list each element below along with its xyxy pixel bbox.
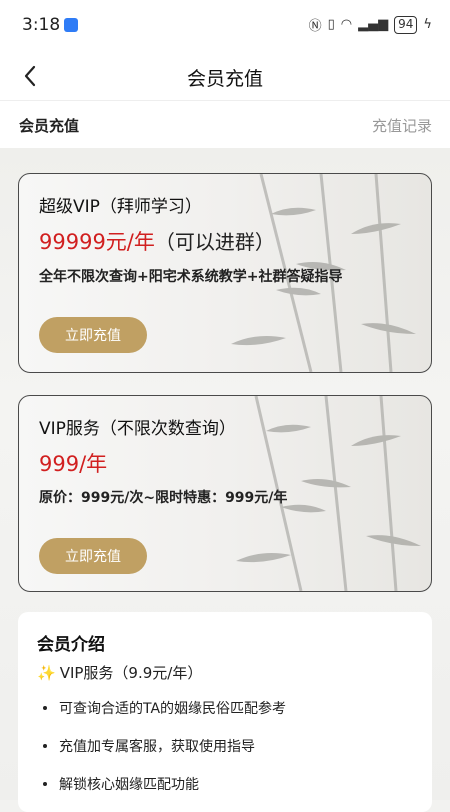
intro-subtitle: ✨ VIP服务（9.9元/年）	[37, 662, 202, 683]
status-indicators: Ⓝ ▯ ◠ ▂▄▆ 94 ϟ	[309, 15, 432, 34]
section-title: 会员充值	[19, 117, 80, 135]
bullet-icon	[43, 706, 47, 710]
wifi-icon: ◠	[340, 17, 353, 32]
navigation-bar: 会员充值	[0, 52, 450, 100]
battery-level: 94	[394, 15, 418, 34]
recharge-now-button[interactable]: 立即充值	[39, 317, 147, 353]
section-header: 会员充值 充值记录	[0, 100, 450, 149]
plan-title: VIP服务（不限次数查询）	[39, 419, 236, 439]
plan-price: 99999元/年（可以进群）	[39, 226, 275, 256]
list-item: 可查询合适的TA的姻缘民俗匹配参考	[37, 698, 286, 736]
status-bar: 3:18 Ⓝ ▯ ◠ ▂▄▆ 94 ϟ	[0, 0, 450, 52]
plan-title: 超级VIP（拜师学习）	[39, 197, 202, 217]
signal-icon: ▂▄▆	[358, 17, 389, 32]
intro-benefit-list: 可查询合适的TA的姻缘民俗匹配参考 充值加专属客服，获取使用指导 解锁核心姻缘匹…	[37, 698, 286, 812]
vibrate-icon: ▯	[327, 17, 335, 32]
page-title: 会员充值	[186, 68, 263, 90]
recharge-history-link[interactable]: 充值记录	[372, 115, 432, 136]
benefit-text: 解锁核心姻缘匹配功能	[59, 777, 199, 793]
plan-price: 999/年	[39, 452, 108, 476]
nfc-icon: Ⓝ	[308, 19, 322, 34]
plan-card-super-vip: 超级VIP（拜师学习） 99999元/年（可以进群） 全年不限次查询+阳宅术系统…	[18, 173, 432, 373]
benefit-text: 充值加专属客服，获取使用指导	[59, 739, 255, 755]
membership-intro-card: 会员介绍 ✨ VIP服务（9.9元/年） 可查询合适的TA的姻缘民俗匹配参考 充…	[18, 612, 432, 812]
bullet-icon	[43, 782, 47, 786]
charging-icon: ϟ	[423, 17, 432, 32]
plan-card-vip: VIP服务（不限次数查询） 999/年 原价：999元/次~限时特惠：999元/…	[18, 395, 432, 592]
plan-price-value: 99999元/年	[39, 230, 155, 254]
bullet-icon	[43, 744, 47, 748]
app-notification-icon	[64, 18, 78, 32]
intro-subtitle-text: VIP服务（9.9元/年）	[59, 664, 203, 682]
plan-description: 原价：999元/次~限时特惠：999元/年	[39, 490, 288, 506]
list-item: 充值加专属客服，获取使用指导	[37, 736, 286, 774]
sparkle-icon: ✨	[37, 663, 56, 682]
recharge-now-button[interactable]: 立即充值	[39, 538, 147, 574]
list-item: 解锁核心姻缘匹配功能	[37, 774, 286, 812]
intro-title: 会员介绍	[37, 635, 105, 655]
plan-price-note: （可以进群）	[154, 230, 275, 254]
status-time: 3:18	[22, 15, 61, 35]
benefit-text: 可查询合适的TA的姻缘民俗匹配参考	[59, 701, 287, 717]
plan-description: 全年不限次查询+阳宅术系统教学+社群答疑指导	[39, 269, 343, 285]
